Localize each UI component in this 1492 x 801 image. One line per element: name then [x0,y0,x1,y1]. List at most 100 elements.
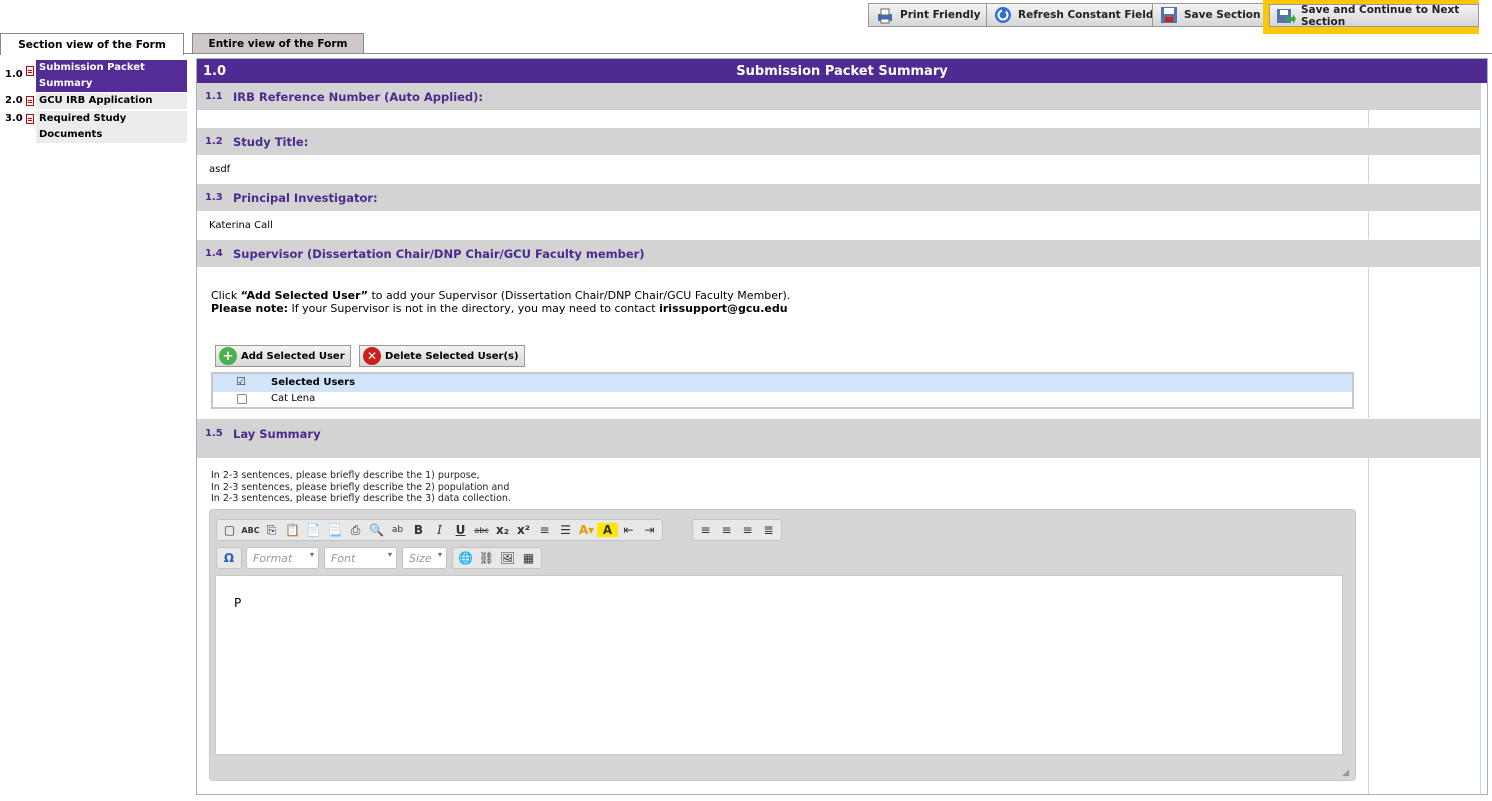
pdf-document-icon [24,60,36,92]
paste-text-icon[interactable]: 📄 [303,523,324,537]
printer-icon [875,6,895,24]
paste-word-icon[interactable]: 📃 [324,523,345,537]
strikethrough-icon[interactable]: abc [471,526,492,535]
editor-toolbar-align: ≡ ≡ ≡ ≣ [692,519,782,541]
resize-handle-icon[interactable]: ◢ [1342,768,1349,778]
format-placeholder: Format [253,551,293,565]
add-selected-user-label: Add Selected User [241,350,345,362]
save-continue-button[interactable]: Save and Continue to Next Section [1269,3,1479,28]
align-left-icon[interactable]: ≡ [695,523,716,537]
user-row-checkbox[interactable] [237,394,247,404]
table-header-row: ☑ Selected Users [213,374,1352,392]
italic-icon[interactable]: I [429,523,450,537]
editor-toolbar-row-1: ▢ ABC ⎘ 📋 📄 📃 ⎙ 🔍 ab B I U abc x₂ x² ≡ ☰… [216,519,663,541]
instruction-line: In 2-3 sentences, please briefly describ… [211,470,480,481]
question-number: 1.5 [205,428,223,439]
table-icon[interactable]: ▦ [518,551,539,565]
subscript-icon[interactable]: x₂ [492,523,513,537]
find-icon[interactable]: 🔍 [366,523,387,537]
question-label: Supervisor (Dissertation Chair/DNP Chair… [233,247,645,261]
selected-users-header: Selected Users [271,377,356,388]
plus-icon: + [219,347,237,365]
pdf-document-icon [24,93,36,109]
paste-icon[interactable]: 📋 [282,523,303,537]
print-icon[interactable]: ⎙ [345,523,366,538]
align-right-icon[interactable]: ≡ [737,523,758,537]
superscript-icon[interactable]: x² [513,523,534,537]
editor-content-area[interactable]: P [215,575,1343,755]
delete-selected-users-button[interactable]: ✕ Delete Selected User(s) [359,345,525,367]
select-all-checkbox-icon[interactable]: ☑ [236,375,246,388]
question-irb-reference: 1.1 IRB Reference Number (Auto Applied): [197,83,1480,110]
editor-content-text: P [234,596,242,610]
column-divider [1368,458,1369,794]
link-icon[interactable]: 🌐 [455,551,476,565]
rich-text-editor: ▢ ABC ⎘ 📋 📄 📃 ⎙ 🔍 ab B I U abc x₂ x² ≡ ☰… [209,509,1356,781]
question-lay-summary: 1.5 Lay Summary [197,419,1480,458]
question-supervisor: 1.4 Supervisor (Dissertation Chair/DNP C… [197,240,1480,267]
replace-icon[interactable]: ab [387,525,408,535]
form-section: 1.0 Submission Packet Summary 1.1 IRB Re… [196,58,1488,795]
save-continue-label: Save and Continue to Next Section [1301,3,1460,28]
delete-x-icon: ✕ [363,347,381,365]
save-section-button[interactable]: Save Section [1152,3,1268,27]
background-color-icon[interactable]: A [597,523,618,537]
refresh-icon [993,6,1013,24]
column-divider [1368,267,1369,418]
pdf-document-icon [24,111,36,143]
save-disk-icon [1159,6,1179,24]
bulleted-list-icon[interactable]: ☰ [555,523,576,537]
note-label: Please note: [211,302,289,315]
question-study-title: 1.2 Study Title: [197,128,1480,155]
irb-reference-value [197,110,1480,127]
underline-icon[interactable]: U [450,523,471,537]
table-row: Cat Lena [213,392,1352,407]
refresh-constant-fields-button[interactable]: Refresh Constant Fields [986,3,1167,27]
numbered-list-icon[interactable]: ≡ [534,523,555,537]
question-number: 1.3 [205,192,223,203]
principal-investigator-text: Katerina Call [209,220,273,231]
right-gutter [1480,83,1487,794]
outdent-icon[interactable]: ⇤ [618,523,639,537]
save-section-label: Save Section [1184,9,1261,21]
support-email: irissupport@gcu.edu [659,302,788,315]
save-continue-highlight: Save and Continue to Next Section [1263,0,1479,34]
tab-section-view[interactable]: Section view of the Form [0,33,184,55]
unlink-icon[interactable]: ⛓ [476,551,497,565]
column-divider [1368,155,1369,183]
size-select[interactable]: Size ▾ [402,547,447,569]
user-name: Cat Lena [271,393,316,404]
indent-icon[interactable]: ⇥ [639,523,660,537]
format-select[interactable]: Format ▾ [246,547,319,569]
copy-icon[interactable]: ⎘ [261,523,282,538]
question-number: 1.4 [205,248,223,259]
study-title-value: asdf [197,155,1480,183]
question-number: 1.1 [205,91,223,102]
tab-entire-view[interactable]: Entire view of the Form [192,33,364,54]
text-color-icon[interactable]: A▾ [576,523,597,537]
section-header: 1.0 Submission Packet Summary [197,59,1487,83]
add-selected-user-button[interactable]: + Add Selected User [215,345,351,367]
save-next-icon [1276,7,1296,25]
supervisor-instructions: Click “Add Selected User” to add your Su… [211,289,790,315]
instruction-line: In 2-3 sentences, please briefly describ… [211,493,511,504]
bold-icon[interactable]: B [408,523,429,537]
align-center-icon[interactable]: ≡ [716,523,737,537]
question-number: 1.2 [205,136,223,147]
font-select[interactable]: Font ▾ [324,547,397,569]
special-character-icon[interactable]: Ω [219,551,239,565]
print-friendly-button[interactable]: Print Friendly [868,3,988,27]
image-icon[interactable]: 🖼 [497,551,518,565]
nav-item-submission-packet-summary[interactable]: 1.0 Submission Packet Summary [0,60,187,92]
nav-item-label: Required Study Documents [36,111,187,143]
nav-item-required-study-documents[interactable]: 3.0 Required Study Documents [0,111,187,143]
spellcheck-icon[interactable]: ABC [240,526,261,535]
question-principal-investigator: 1.3 Principal Investigator: [197,184,1480,211]
nav-item-gcu-irb-application[interactable]: 2.0 GCU IRB Application [0,93,187,109]
align-justify-icon[interactable]: ≣ [758,523,779,537]
section-title: Submission Packet Summary [736,64,948,79]
new-page-icon[interactable]: ▢ [219,523,240,537]
study-title-text: asdf [209,164,231,175]
instruction-line: In 2-3 sentences, please briefly describ… [211,481,510,493]
nav-item-number: 3.0 [5,113,23,124]
